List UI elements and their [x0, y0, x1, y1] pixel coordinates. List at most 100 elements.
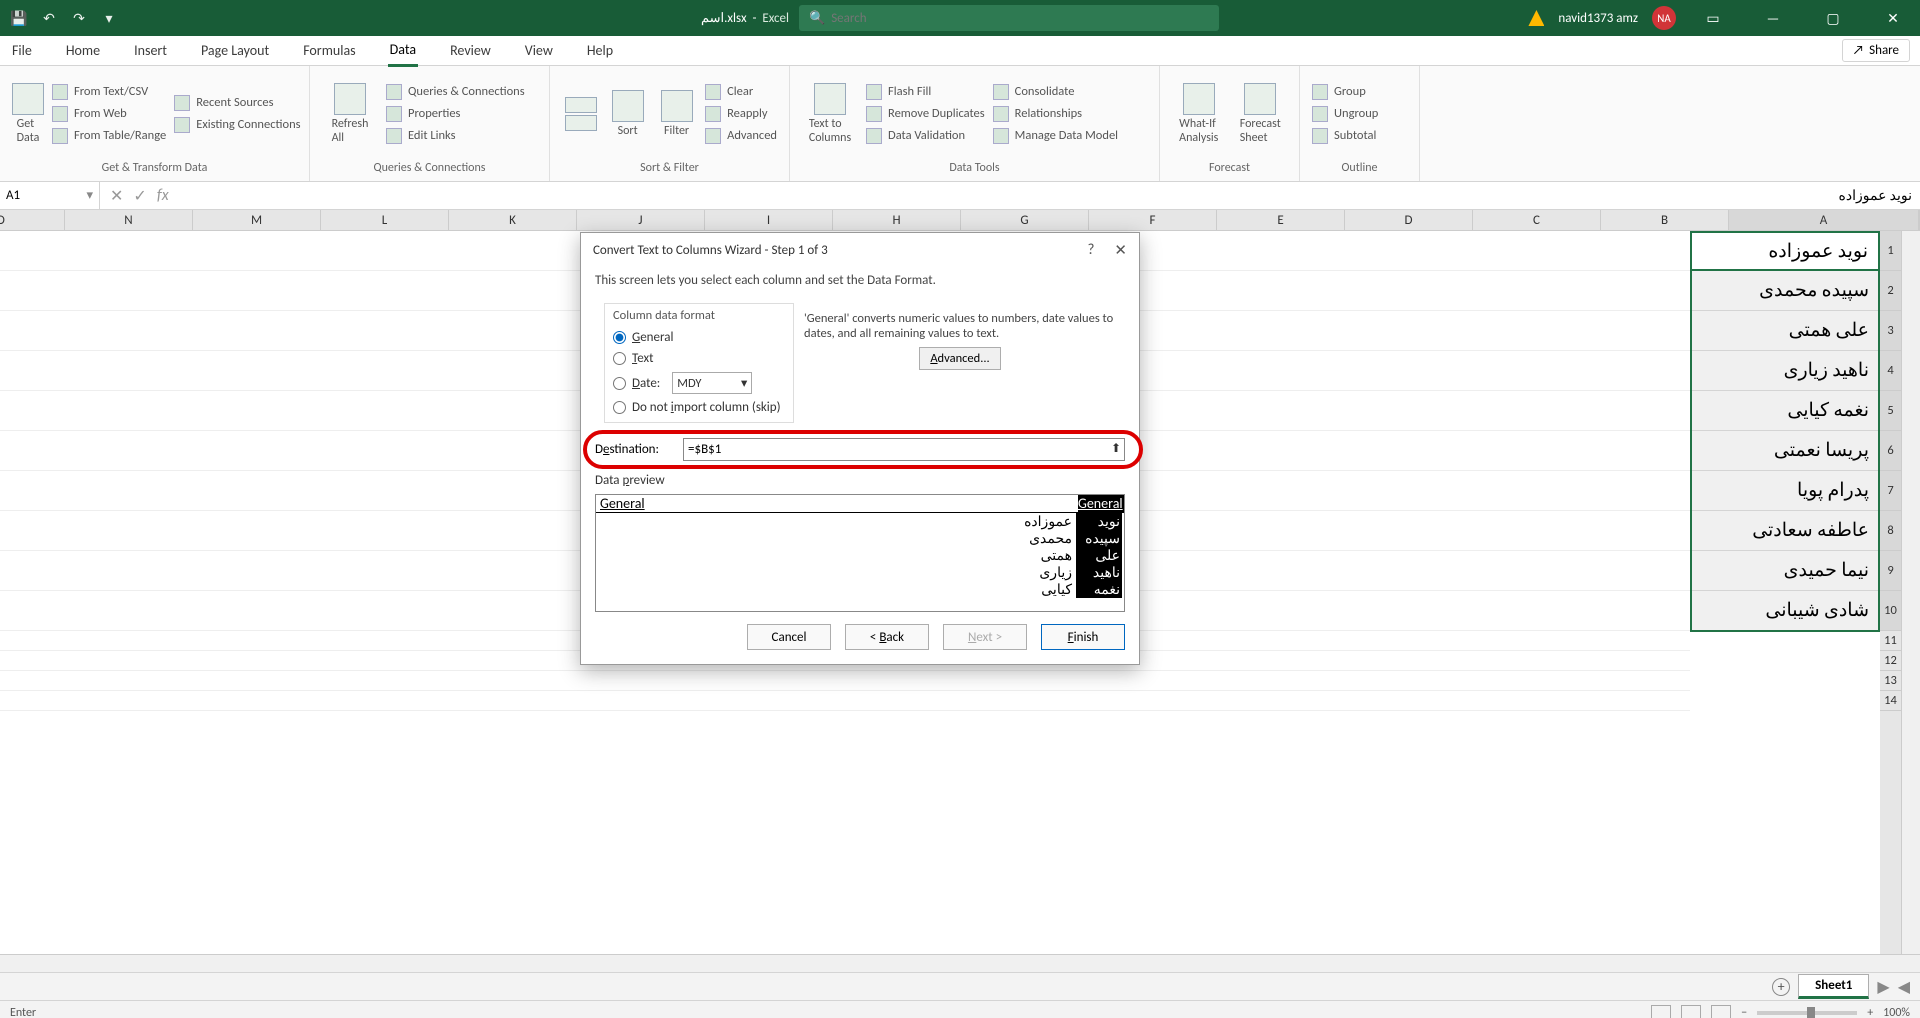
- ribbon-options-icon[interactable]: ▭: [1690, 0, 1736, 36]
- avatar[interactable]: NA: [1652, 6, 1676, 30]
- dialog-help-icon[interactable]: ?: [1087, 241, 1094, 260]
- subtotal-button[interactable]: Subtotal: [1312, 128, 1378, 144]
- row-header[interactable]: 4: [1880, 351, 1901, 391]
- tab-file[interactable]: File: [10, 36, 34, 65]
- radio-text[interactable]: Text: [613, 348, 785, 369]
- tab-home[interactable]: Home: [64, 36, 102, 65]
- row-header[interactable]: 1: [1880, 231, 1901, 271]
- text-to-columns-button[interactable]: Text to Columns: [798, 79, 862, 149]
- cancel-button[interactable]: Cancel: [747, 624, 831, 650]
- advanced-filter[interactable]: Advanced: [705, 128, 777, 144]
- relationships[interactable]: Relationships: [993, 106, 1118, 122]
- col-header-B[interactable]: B: [1601, 210, 1729, 230]
- username[interactable]: navid1373 amz: [1558, 11, 1638, 26]
- advanced-button[interactable]: Advanced...: [919, 347, 1000, 370]
- sheet-nav-last-icon[interactable]: ▶: [1877, 977, 1889, 997]
- col-header-A[interactable]: A: [1729, 210, 1919, 230]
- row-header[interactable]: 2: [1880, 271, 1901, 311]
- what-if-button[interactable]: What-If Analysis: [1168, 79, 1230, 149]
- new-sheet-button[interactable]: +: [1772, 978, 1790, 996]
- zoom-level[interactable]: 100%: [1883, 1006, 1910, 1018]
- radio-general[interactable]: General: [613, 327, 785, 348]
- cell-A1[interactable]: نوید عموزاده: [1690, 231, 1880, 271]
- undo-icon[interactable]: ↶: [38, 7, 60, 29]
- tab-review[interactable]: Review: [448, 36, 493, 65]
- name-box[interactable]: A1▾: [0, 182, 100, 209]
- data-validation[interactable]: Data Validation: [866, 128, 985, 144]
- dialog-close-icon[interactable]: ✕: [1114, 241, 1127, 260]
- autosave-icon[interactable]: 💾: [8, 7, 30, 29]
- cell-A4[interactable]: ناهید زیاری: [1690, 351, 1880, 391]
- ungroup-button[interactable]: Ungroup: [1312, 106, 1378, 122]
- accept-formula-icon[interactable]: ✓: [133, 186, 146, 206]
- col-header-O[interactable]: O: [0, 210, 65, 230]
- warning-icon[interactable]: [1528, 10, 1544, 26]
- range-picker-icon[interactable]: ⬆: [1111, 441, 1121, 456]
- row-header[interactable]: 5: [1880, 391, 1901, 431]
- cell-A5[interactable]: نغمه کیایی: [1690, 391, 1880, 431]
- row-header[interactable]: 3: [1880, 311, 1901, 351]
- row-header[interactable]: 13: [1880, 671, 1901, 691]
- edit-links[interactable]: Edit Links: [386, 128, 525, 144]
- next-button[interactable]: Next >: [943, 624, 1027, 650]
- view-page-break-icon[interactable]: [1711, 1005, 1731, 1018]
- tab-insert[interactable]: Insert: [132, 36, 169, 65]
- finish-button[interactable]: Finish: [1041, 624, 1125, 650]
- radio-skip[interactable]: Do not import column (skip): [613, 397, 785, 418]
- row-header[interactable]: 10: [1880, 591, 1901, 631]
- tab-page-layout[interactable]: Page Layout: [199, 36, 271, 65]
- horizontal-scrollbar[interactable]: [0, 954, 1920, 972]
- back-button[interactable]: < Back: [845, 624, 929, 650]
- remove-duplicates[interactable]: Remove Duplicates: [866, 106, 985, 122]
- clear-filter[interactable]: Clear: [705, 84, 777, 100]
- cancel-formula-icon[interactable]: ✕: [110, 186, 123, 206]
- refresh-all-button[interactable]: Refresh All: [318, 79, 382, 149]
- col-header-H[interactable]: H: [833, 210, 961, 230]
- from-web[interactable]: From Web: [52, 106, 166, 122]
- tab-formulas[interactable]: Formulas: [301, 36, 357, 65]
- row-header[interactable]: 14: [1880, 691, 1901, 711]
- cell-A6[interactable]: پریسا نعمتی: [1690, 431, 1880, 471]
- col-header-J[interactable]: J: [577, 210, 705, 230]
- consolidate[interactable]: Consolidate: [993, 84, 1118, 100]
- date-format-select[interactable]: MDY▾: [672, 372, 752, 394]
- redo-icon[interactable]: ↷: [68, 7, 90, 29]
- col-header-I[interactable]: I: [705, 210, 833, 230]
- col-header-F[interactable]: F: [1089, 210, 1217, 230]
- group-button[interactable]: Group: [1312, 84, 1378, 100]
- col-header-E[interactable]: E: [1217, 210, 1345, 230]
- flash-fill[interactable]: Flash Fill: [866, 84, 985, 100]
- row-header[interactable]: 11: [1880, 631, 1901, 651]
- row-header[interactable]: 8: [1880, 511, 1901, 551]
- zoom-slider[interactable]: [1757, 1011, 1857, 1015]
- cell-A7[interactable]: پدرام پویا: [1690, 471, 1880, 511]
- sort-button[interactable]: Sort: [603, 86, 652, 142]
- view-normal-icon[interactable]: [1651, 1005, 1671, 1018]
- maximize-icon[interactable]: ▢: [1810, 0, 1856, 36]
- sheet-tab[interactable]: Sheet1: [1798, 974, 1869, 999]
- share-button[interactable]: ↗ Share: [1842, 39, 1910, 62]
- tab-view[interactable]: View: [523, 36, 555, 65]
- cell-A10[interactable]: شادی شیبانی: [1690, 591, 1880, 631]
- row-header[interactable]: 7: [1880, 471, 1901, 511]
- queries-connections[interactable]: Queries & Connections: [386, 84, 525, 100]
- vertical-scrollbar[interactable]: [1902, 231, 1920, 954]
- cell-A2[interactable]: سپیده محمدی: [1690, 271, 1880, 311]
- col-header-M[interactable]: M: [193, 210, 321, 230]
- cell-A3[interactable]: علی همتی: [1690, 311, 1880, 351]
- row-header[interactable]: 9: [1880, 551, 1901, 591]
- minimize-icon[interactable]: —: [1750, 0, 1796, 36]
- search-input[interactable]: [831, 11, 1209, 26]
- reapply-filter[interactable]: Reapply: [705, 106, 777, 122]
- tab-data[interactable]: Data: [388, 35, 418, 67]
- search-box[interactable]: 🔍: [799, 5, 1219, 31]
- col-header-K[interactable]: K: [449, 210, 577, 230]
- row-header[interactable]: 6: [1880, 431, 1901, 471]
- destination-input[interactable]: [683, 438, 1125, 461]
- view-page-layout-icon[interactable]: [1681, 1005, 1701, 1018]
- existing-connections[interactable]: Existing Connections: [174, 117, 300, 133]
- col-header-L[interactable]: L: [321, 210, 449, 230]
- tab-help[interactable]: Help: [585, 36, 615, 65]
- row-header[interactable]: 12: [1880, 651, 1901, 671]
- formula-value[interactable]: نوید عموزاده: [179, 187, 1920, 204]
